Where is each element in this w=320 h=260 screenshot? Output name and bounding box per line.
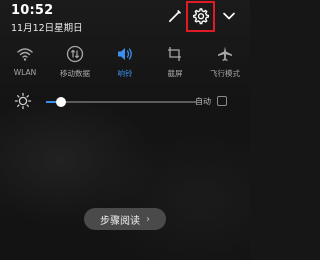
toggle-label: 飞行模式	[210, 69, 240, 78]
brightness-slider-thumb[interactable]	[56, 97, 66, 107]
chevron-down-icon[interactable]	[220, 7, 238, 25]
auto-brightness-label: 自动	[195, 97, 211, 106]
brightness-slider[interactable]	[46, 97, 196, 107]
quick-toggles: WLAN 移动数据 响铃 截屏 飞行模式	[0, 44, 250, 84]
toggle-label: 移动数据	[60, 69, 90, 78]
toggle-label: 截屏	[167, 69, 183, 78]
toggle-ring[interactable]: 响铃	[100, 44, 150, 79]
mobile-data-icon	[50, 44, 100, 64]
toggle-airplane-mode[interactable]: 飞行模式	[200, 44, 250, 79]
toggle-wlan[interactable]: WLAN	[0, 44, 50, 77]
auto-brightness-checkbox[interactable]	[217, 96, 227, 106]
toggle-mobile-data[interactable]: 移动数据	[50, 44, 100, 79]
settings-highlight-box	[186, 1, 215, 32]
brightness-row: 自动	[0, 90, 250, 112]
toggle-label: 响铃	[117, 69, 133, 78]
airplane-icon	[200, 44, 250, 64]
toggle-label: WLAN	[13, 68, 37, 77]
screenshot-icon	[150, 44, 200, 64]
step-reading-label: 步骤阅读	[100, 215, 140, 227]
edit-pencil-icon[interactable]	[166, 7, 184, 25]
speaker-icon	[100, 44, 150, 64]
clock-time: 10:52	[11, 3, 54, 18]
chevron-right-icon: ›	[146, 213, 150, 225]
toggle-screenshot[interactable]: 截屏	[150, 44, 200, 79]
step-reading-button[interactable]: 步骤阅读 ›	[84, 208, 166, 230]
clock-date: 11月12日星期日	[11, 23, 83, 34]
wifi-icon	[0, 44, 50, 64]
brightness-icon	[14, 92, 32, 110]
